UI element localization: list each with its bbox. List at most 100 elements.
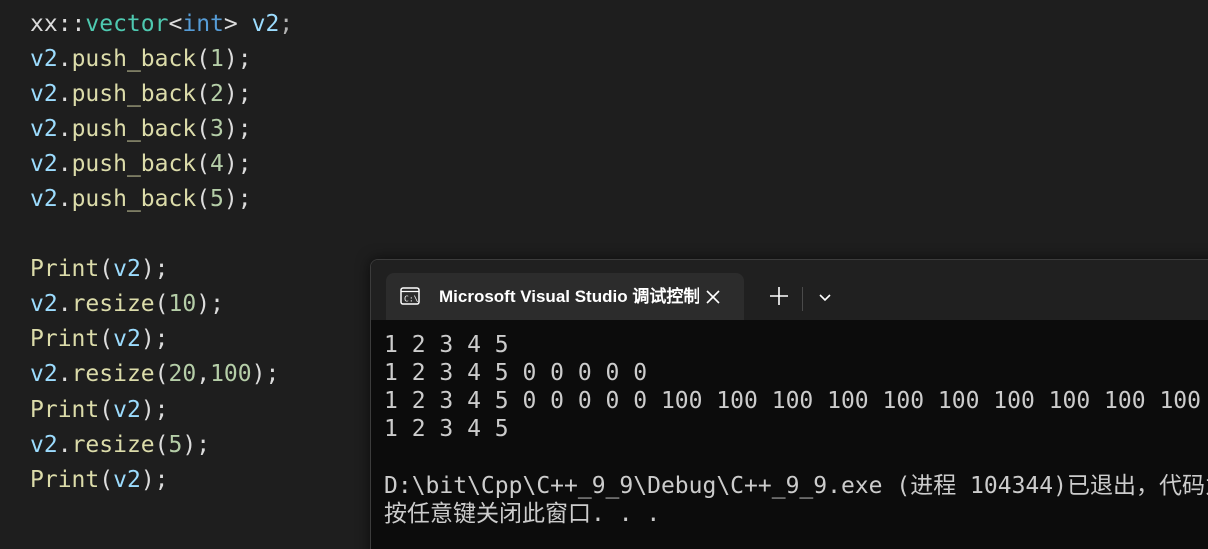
code-token: ); xyxy=(251,361,280,387)
code-token: ( xyxy=(196,46,211,72)
console-line: 按任意键关闭此窗口. . . xyxy=(384,501,661,527)
terminal-tab-title: Microsoft Visual Studio 调试控制台 xyxy=(439,287,699,306)
code-token: . xyxy=(57,186,72,212)
code-line: v2.push_back(3); xyxy=(30,112,252,147)
code-token: ); xyxy=(196,291,224,317)
code-token: ); xyxy=(223,81,252,107)
code-token: , xyxy=(196,361,211,387)
plus-icon[interactable] xyxy=(766,283,792,309)
code-token: push_back xyxy=(71,116,197,142)
console-line: 1 2 3 4 5 xyxy=(384,416,509,442)
code-line: v2.push_back(1); xyxy=(30,42,252,77)
code-token: 5 xyxy=(168,432,183,458)
code-token: v2 xyxy=(30,46,58,72)
code-token: resize xyxy=(71,432,155,458)
code-token: v2 xyxy=(113,256,141,282)
code-token: ( xyxy=(99,256,114,282)
code-token: > xyxy=(223,11,252,37)
code-token: Print xyxy=(30,326,100,352)
code-token: . xyxy=(57,81,72,107)
code-token: . xyxy=(57,151,72,177)
code-token: 4 xyxy=(210,151,224,177)
close-icon[interactable] xyxy=(702,286,724,308)
code-token: . xyxy=(57,361,72,387)
console-line: D:\bit\Cpp\C++_9_9\Debug\C++_9_9.exe (进程… xyxy=(384,473,1208,499)
code-token: ( xyxy=(99,397,114,423)
code-line: v2.push_back(5); xyxy=(30,182,252,217)
code-token: v2 xyxy=(30,81,58,107)
code-token: ( xyxy=(99,467,114,493)
code-token: v2 xyxy=(30,186,58,212)
code-token: < xyxy=(168,11,183,37)
console-line: 1 2 3 4 5 0 0 0 0 0 xyxy=(384,360,648,386)
code-token: v2 xyxy=(251,11,280,37)
terminal-tab-bar: C:\ Microsoft Visual Studio 调试控制台 xyxy=(371,260,1208,320)
code-token: ); xyxy=(140,467,169,493)
code-token: vector xyxy=(85,11,169,37)
console-line: 1 2 3 4 5 xyxy=(384,332,509,358)
code-token: push_back xyxy=(71,186,197,212)
code-line: Print(v2); xyxy=(30,463,169,498)
code-token: 5 xyxy=(210,186,224,212)
code-token: ( xyxy=(196,81,211,107)
code-token: v2 xyxy=(30,432,58,458)
code-token: ( xyxy=(196,151,211,177)
code-token: v2 xyxy=(30,151,58,177)
code-line: xx::vector<int> v2; xyxy=(30,7,293,42)
code-token: Print xyxy=(30,397,100,423)
code-token: Print xyxy=(30,256,100,282)
code-token: v2 xyxy=(30,361,58,387)
code-token: 3 xyxy=(210,116,224,142)
code-line: v2.push_back(2); xyxy=(30,77,252,112)
code-token: ); xyxy=(223,186,252,212)
code-line: Print(v2); xyxy=(30,393,169,428)
svg-text:C:\: C:\ xyxy=(404,295,419,304)
tab-separator xyxy=(802,287,803,311)
code-token: 1 xyxy=(210,46,224,72)
code-token: ); xyxy=(223,151,252,177)
code-token: . xyxy=(57,116,72,142)
code-token: 100 xyxy=(210,361,252,387)
code-token: 20 xyxy=(168,361,197,387)
console-output[interactable]: 1 2 3 4 5 1 2 3 4 5 0 0 0 0 0 1 2 3 4 5 … xyxy=(371,320,1208,549)
debug-console-window[interactable]: C:\ Microsoft Visual Studio 调试控制台 1 2 3 … xyxy=(370,259,1208,549)
code-token: ( xyxy=(196,186,211,212)
code-token: ( xyxy=(154,432,169,458)
code-token: v2 xyxy=(113,397,141,423)
code-token: push_back xyxy=(71,46,197,72)
code-token: 10 xyxy=(168,291,197,317)
code-token: . xyxy=(57,432,72,458)
code-token: ); xyxy=(223,46,252,72)
code-token: ( xyxy=(99,326,114,352)
code-token: ); xyxy=(223,116,252,142)
code-token: ); xyxy=(182,432,211,458)
code-token: push_back xyxy=(71,151,197,177)
terminal-tab[interactable]: C:\ Microsoft Visual Studio 调试控制台 xyxy=(386,273,744,320)
code-token: 2 xyxy=(210,81,224,107)
code-line: v2.push_back(4); xyxy=(30,147,252,182)
code-line: v2.resize(10); xyxy=(30,287,224,322)
chevron-down-icon[interactable] xyxy=(813,285,837,309)
code-token: resize xyxy=(71,291,155,317)
code-line: v2.resize(20,100); xyxy=(30,357,279,392)
code-token: ); xyxy=(140,326,169,352)
code-token: v2 xyxy=(113,326,141,352)
code-line: v2.resize(5); xyxy=(30,428,210,463)
code-token: ); xyxy=(140,256,169,282)
code-token: ( xyxy=(154,291,169,317)
code-token: . xyxy=(57,291,72,317)
code-token: xx:: xyxy=(30,11,86,37)
code-token: v2 xyxy=(30,116,58,142)
code-line: Print(v2); xyxy=(30,322,169,357)
code-token: Print xyxy=(30,467,100,493)
code-token: . xyxy=(57,46,72,72)
console-line: 1 2 3 4 5 0 0 0 0 0 100 100 100 100 100 … xyxy=(384,388,1201,414)
terminal-icon: C:\ xyxy=(400,287,420,305)
code-token: v2 xyxy=(113,467,141,493)
code-line: Print(v2); xyxy=(30,252,169,287)
code-token: v2 xyxy=(30,291,58,317)
code-token: ; xyxy=(279,11,294,37)
code-token: ); xyxy=(140,397,169,423)
code-token: ( xyxy=(154,361,169,387)
code-token: int xyxy=(182,11,224,37)
